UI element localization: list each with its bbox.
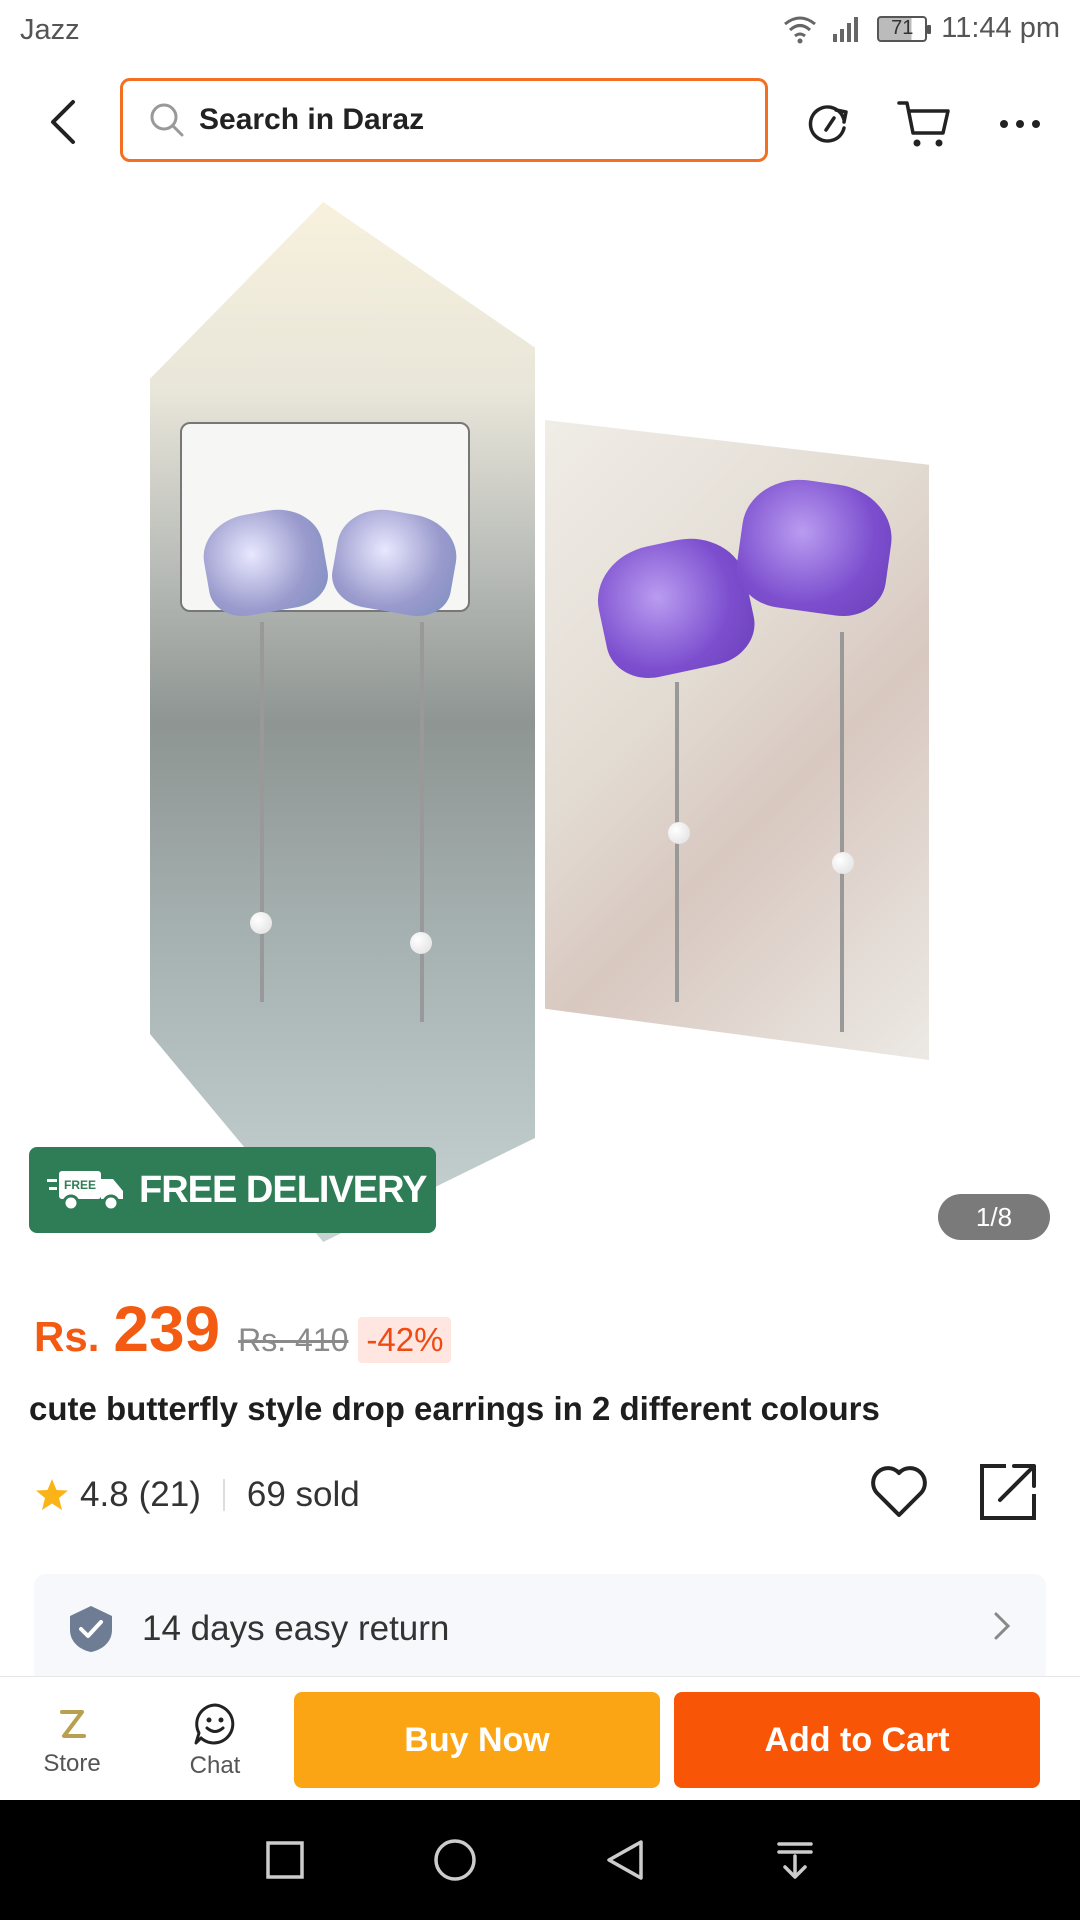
more-button[interactable] — [992, 96, 1048, 152]
review-count: (21) — [138, 1475, 201, 1514]
buy-now-button[interactable]: Buy Now — [294, 1692, 660, 1788]
sold-count: 69 sold — [246, 1475, 360, 1514]
pearl — [832, 852, 854, 874]
current-price: 239 — [113, 1293, 221, 1365]
square-icon — [266, 1841, 304, 1879]
history-button[interactable] — [800, 96, 856, 152]
product-image-gallery[interactable] — [0, 182, 1080, 1262]
top-header: Search in Daraz — [0, 62, 1080, 182]
cart-icon — [897, 101, 950, 147]
refresh-icon — [808, 105, 848, 143]
status-icons: 71 11:44 pm — [783, 12, 1060, 45]
chevron-right-icon — [994, 1612, 1011, 1640]
shield-check-icon — [70, 1606, 112, 1652]
store-button[interactable]: Store — [22, 1689, 122, 1793]
delivery-truck-icon: FREE — [47, 1171, 123, 1212]
price-row: Rs. 239 Rs. 410 -42% — [34, 1292, 452, 1372]
status-bar: Jazz 71 11:44 pm — [0, 0, 1080, 62]
rating-row[interactable]: 4.8 (21) 69 sold — [34, 1470, 360, 1520]
discount-badge: -42% — [358, 1317, 452, 1363]
add-to-cart-button[interactable]: Add to Cart — [674, 1692, 1040, 1788]
battery-icon: 71 — [877, 15, 932, 42]
battery-level: 71 — [891, 17, 914, 39]
pearl — [668, 822, 690, 844]
triangle-back-icon — [607, 1840, 643, 1880]
recent-apps-button[interactable] — [255, 1830, 315, 1890]
search-placeholder: Search in Daraz — [199, 103, 425, 136]
return-policy-row[interactable]: 14 days easy return — [34, 1574, 1046, 1684]
divider — [222, 1479, 225, 1511]
chevron-left-icon — [51, 100, 75, 144]
more-icon — [1000, 120, 1040, 128]
chat-label: Chat — [189, 1752, 241, 1779]
back-nav-button[interactable] — [595, 1830, 655, 1890]
notification-pulldown-button[interactable] — [765, 1830, 825, 1890]
chat-button[interactable]: Chat — [165, 1689, 265, 1793]
star-icon — [36, 1479, 68, 1510]
wishlist-button[interactable] — [868, 1460, 930, 1522]
carrier-name: Jazz — [20, 14, 80, 46]
free-delivery-badge: FREE FREE DELIVERY — [29, 1147, 436, 1233]
return-policy-text: 14 days easy return — [142, 1609, 450, 1648]
chain — [840, 632, 844, 1032]
circle-icon — [434, 1839, 476, 1881]
product-photo-silver — [150, 202, 535, 1242]
signal-icon — [833, 16, 859, 42]
share-button[interactable] — [976, 1460, 1040, 1524]
bottom-action-bar: Store Chat Buy Now Add to Cart — [0, 1676, 1080, 1800]
store-label: Store — [43, 1750, 101, 1777]
product-title: cute butterfly style drop earrings in 2 … — [29, 1390, 880, 1427]
search-icon — [150, 103, 184, 137]
truck-free-text: FREE — [64, 1178, 96, 1192]
wifi-icon — [784, 16, 817, 43]
free-delivery-label: FREE DELIVERY — [139, 1168, 428, 1211]
image-counter: 1/8 — [938, 1194, 1050, 1240]
back-button[interactable] — [36, 92, 88, 152]
original-price: Rs. 410 — [238, 1322, 349, 1358]
chain — [420, 622, 424, 1022]
search-input[interactable]: Search in Daraz — [120, 78, 768, 162]
home-button[interactable] — [425, 1830, 485, 1890]
store-logo-icon — [60, 1710, 86, 1738]
chain — [260, 622, 264, 1002]
chat-icon — [194, 1703, 235, 1745]
cart-button[interactable] — [896, 96, 952, 152]
share-icon — [980, 1464, 1036, 1520]
pearl — [250, 912, 272, 934]
pulldown-icon — [777, 1842, 813, 1879]
clock: 11:44 pm — [941, 12, 1060, 44]
pearl — [410, 932, 432, 954]
rating-value: 4.8 — [80, 1475, 129, 1514]
currency-label: Rs. — [34, 1313, 100, 1360]
system-navigation-bar — [0, 1800, 1080, 1920]
heart-icon — [871, 1466, 927, 1517]
